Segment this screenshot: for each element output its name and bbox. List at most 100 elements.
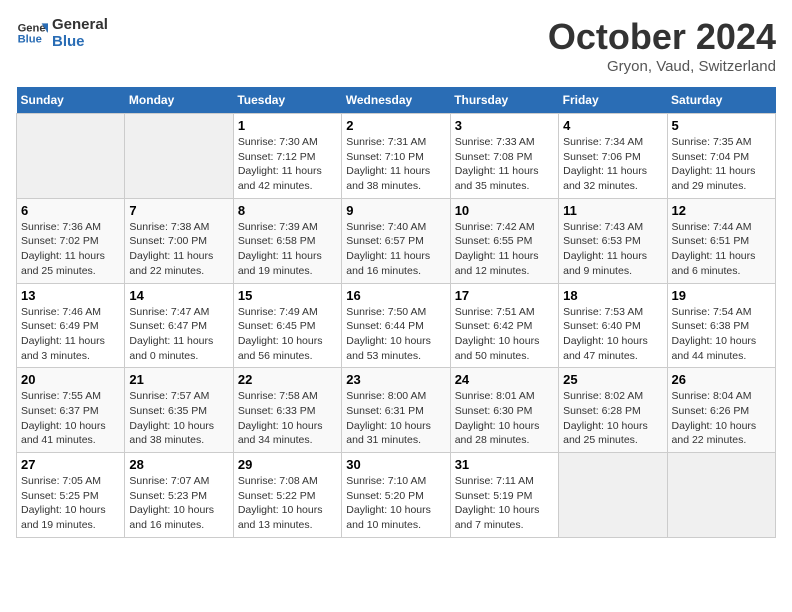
month-title: October 2024 — [548, 16, 776, 58]
day-info: Sunrise: 7:33 AMSunset: 7:08 PMDaylight:… — [455, 135, 554, 194]
day-info: Sunrise: 7:34 AMSunset: 7:06 PMDaylight:… — [563, 135, 662, 194]
day-info: Sunrise: 8:04 AMSunset: 6:26 PMDaylight:… — [672, 389, 771, 448]
calendar-cell: 8 Sunrise: 7:39 AMSunset: 6:58 PMDaylight… — [233, 198, 341, 283]
day-number: 13 — [21, 288, 120, 303]
calendar-cell: 18 Sunrise: 7:53 AMSunset: 6:40 PMDayligh… — [559, 283, 667, 368]
day-number: 23 — [346, 372, 445, 387]
location: Gryon, Vaud, Switzerland — [548, 58, 776, 75]
page-header: General Blue General Blue October 2024 G… — [16, 16, 776, 75]
svg-text:Blue: Blue — [18, 34, 42, 46]
calendar-cell: 11Sunrise: 7:43 AMSunset: 6:53 PMDayligh… — [559, 198, 667, 283]
day-info: Sunrise: 7:50 AMSunset: 6:44 PMDaylight:… — [346, 305, 445, 364]
day-info: Sunrise: 8:01 AMSunset: 6:30 PMDaylight:… — [455, 389, 554, 448]
day-number: 11 — [563, 203, 662, 218]
day-number: 4 — [563, 118, 662, 133]
calendar-cell: 28 Sunrise: 7:07 AMSunset: 5:23 PMDayligh… — [125, 453, 233, 538]
calendar-cell: 20 Sunrise: 7:55 AMSunset: 6:37 PMDayligh… — [17, 368, 125, 453]
calendar-cell: 5Sunrise: 7:35 AMSunset: 7:04 PMDaylight… — [667, 114, 775, 199]
day-number: 6 — [21, 203, 120, 218]
day-info: Sunrise: 7:49 AMSunset: 6:45 PMDaylight:… — [238, 305, 337, 364]
day-number: 24 — [455, 372, 554, 387]
calendar-cell: 21 Sunrise: 7:57 AMSunset: 6:35 PMDayligh… — [125, 368, 233, 453]
logo: General Blue General Blue — [16, 16, 108, 50]
day-number: 20 — [21, 372, 120, 387]
calendar-week-row: 13 Sunrise: 7:46 AMSunset: 6:49 PMDayligh… — [17, 283, 776, 368]
day-number: 9 — [346, 203, 445, 218]
day-number: 10 — [455, 203, 554, 218]
day-info: Sunrise: 7:39 AMSunset: 6:58 PMDaylight:… — [238, 220, 337, 279]
day-info: Sunrise: 7:46 AMSunset: 6:49 PMDaylight:… — [21, 305, 120, 364]
day-number: 16 — [346, 288, 445, 303]
day-info: Sunrise: 7:10 AMSunset: 5:20 PMDaylight:… — [346, 474, 445, 533]
calendar-cell: 14 Sunrise: 7:47 AMSunset: 6:47 PMDayligh… — [125, 283, 233, 368]
day-info: Sunrise: 7:07 AMSunset: 5:23 PMDaylight:… — [129, 474, 228, 533]
day-info: Sunrise: 7:31 AMSunset: 7:10 PMDaylight:… — [346, 135, 445, 194]
calendar-cell: 22Sunrise: 7:58 AMSunset: 6:33 PMDayligh… — [233, 368, 341, 453]
calendar-cell: 13 Sunrise: 7:46 AMSunset: 6:49 PMDayligh… — [17, 283, 125, 368]
day-info: Sunrise: 7:30 AMSunset: 7:12 PMDaylight:… — [238, 135, 337, 194]
day-number: 28 — [129, 457, 228, 472]
calendar-week-row: 6Sunrise: 7:36 AMSunset: 7:02 PMDaylight… — [17, 198, 776, 283]
day-info: Sunrise: 7:53 AMSunset: 6:40 PMDaylight:… — [563, 305, 662, 364]
day-info: Sunrise: 7:40 AMSunset: 6:57 PMDaylight:… — [346, 220, 445, 279]
calendar-cell: 17 Sunrise: 7:51 AMSunset: 6:42 PMDayligh… — [450, 283, 558, 368]
day-info: Sunrise: 7:11 AMSunset: 5:19 PMDaylight:… — [455, 474, 554, 533]
day-info: Sunrise: 7:44 AMSunset: 6:51 PMDaylight:… — [672, 220, 771, 279]
day-number: 21 — [129, 372, 228, 387]
calendar-cell — [125, 114, 233, 199]
weekday-header: Saturday — [667, 87, 775, 114]
logo-icon: General Blue — [16, 17, 48, 49]
day-info: Sunrise: 8:00 AMSunset: 6:31 PMDaylight:… — [346, 389, 445, 448]
calendar-cell: 24 Sunrise: 8:01 AMSunset: 6:30 PMDayligh… — [450, 368, 558, 453]
day-number: 29 — [238, 457, 337, 472]
day-number: 22 — [238, 372, 337, 387]
calendar-cell: 12 Sunrise: 7:44 AMSunset: 6:51 PMDayligh… — [667, 198, 775, 283]
calendar-week-row: 20 Sunrise: 7:55 AMSunset: 6:37 PMDayligh… — [17, 368, 776, 453]
calendar-cell — [559, 453, 667, 538]
day-number: 17 — [455, 288, 554, 303]
calendar-cell: 31 Sunrise: 7:11 AMSunset: 5:19 PMDayligh… — [450, 453, 558, 538]
day-info: Sunrise: 7:57 AMSunset: 6:35 PMDaylight:… — [129, 389, 228, 448]
day-number: 8 — [238, 203, 337, 218]
day-number: 2 — [346, 118, 445, 133]
calendar-cell: 7Sunrise: 7:38 AMSunset: 7:00 PMDaylight… — [125, 198, 233, 283]
calendar-cell: 10 Sunrise: 7:42 AMSunset: 6:55 PMDayligh… — [450, 198, 558, 283]
calendar-cell: 3Sunrise: 7:33 AMSunset: 7:08 PMDaylight… — [450, 114, 558, 199]
calendar-cell: 15Sunrise: 7:49 AMSunset: 6:45 PMDayligh… — [233, 283, 341, 368]
calendar-cell: 23 Sunrise: 8:00 AMSunset: 6:31 PMDayligh… — [342, 368, 450, 453]
day-number: 30 — [346, 457, 445, 472]
day-info: Sunrise: 7:47 AMSunset: 6:47 PMDaylight:… — [129, 305, 228, 364]
calendar-cell — [667, 453, 775, 538]
calendar-cell: 27 Sunrise: 7:05 AMSunset: 5:25 PMDayligh… — [17, 453, 125, 538]
weekday-header: Thursday — [450, 87, 558, 114]
day-info: Sunrise: 7:51 AMSunset: 6:42 PMDaylight:… — [455, 305, 554, 364]
calendar-cell: 2 Sunrise: 7:31 AMSunset: 7:10 PMDaylight… — [342, 114, 450, 199]
logo-text: General Blue — [52, 16, 108, 50]
calendar-cell: 9 Sunrise: 7:40 AMSunset: 6:57 PMDaylight… — [342, 198, 450, 283]
calendar-cell: 30 Sunrise: 7:10 AMSunset: 5:20 PMDayligh… — [342, 453, 450, 538]
calendar-cell: 25Sunrise: 8:02 AMSunset: 6:28 PMDayligh… — [559, 368, 667, 453]
day-number: 14 — [129, 288, 228, 303]
day-info: Sunrise: 7:55 AMSunset: 6:37 PMDaylight:… — [21, 389, 120, 448]
day-info: Sunrise: 7:42 AMSunset: 6:55 PMDaylight:… — [455, 220, 554, 279]
day-number: 31 — [455, 457, 554, 472]
day-number: 25 — [563, 372, 662, 387]
day-number: 12 — [672, 203, 771, 218]
day-info: Sunrise: 7:35 AMSunset: 7:04 PMDaylight:… — [672, 135, 771, 194]
day-number: 7 — [129, 203, 228, 218]
day-info: Sunrise: 7:54 AMSunset: 6:38 PMDaylight:… — [672, 305, 771, 364]
title-area: October 2024 Gryon, Vaud, Switzerland — [548, 16, 776, 75]
calendar-cell: 6Sunrise: 7:36 AMSunset: 7:02 PMDaylight… — [17, 198, 125, 283]
calendar-week-row: 27 Sunrise: 7:05 AMSunset: 5:25 PMDayligh… — [17, 453, 776, 538]
day-number: 18 — [563, 288, 662, 303]
calendar-cell: 26Sunrise: 8:04 AMSunset: 6:26 PMDayligh… — [667, 368, 775, 453]
weekday-header: Wednesday — [342, 87, 450, 114]
weekday-header: Sunday — [17, 87, 125, 114]
day-number: 27 — [21, 457, 120, 472]
day-info: Sunrise: 7:05 AMSunset: 5:25 PMDaylight:… — [21, 474, 120, 533]
day-number: 1 — [238, 118, 337, 133]
calendar-cell: 16 Sunrise: 7:50 AMSunset: 6:44 PMDayligh… — [342, 283, 450, 368]
calendar-table: SundayMondayTuesdayWednesdayThursdayFrid… — [16, 87, 776, 538]
weekday-header: Friday — [559, 87, 667, 114]
calendar-cell: 1 Sunrise: 7:30 AMSunset: 7:12 PMDaylight… — [233, 114, 341, 199]
